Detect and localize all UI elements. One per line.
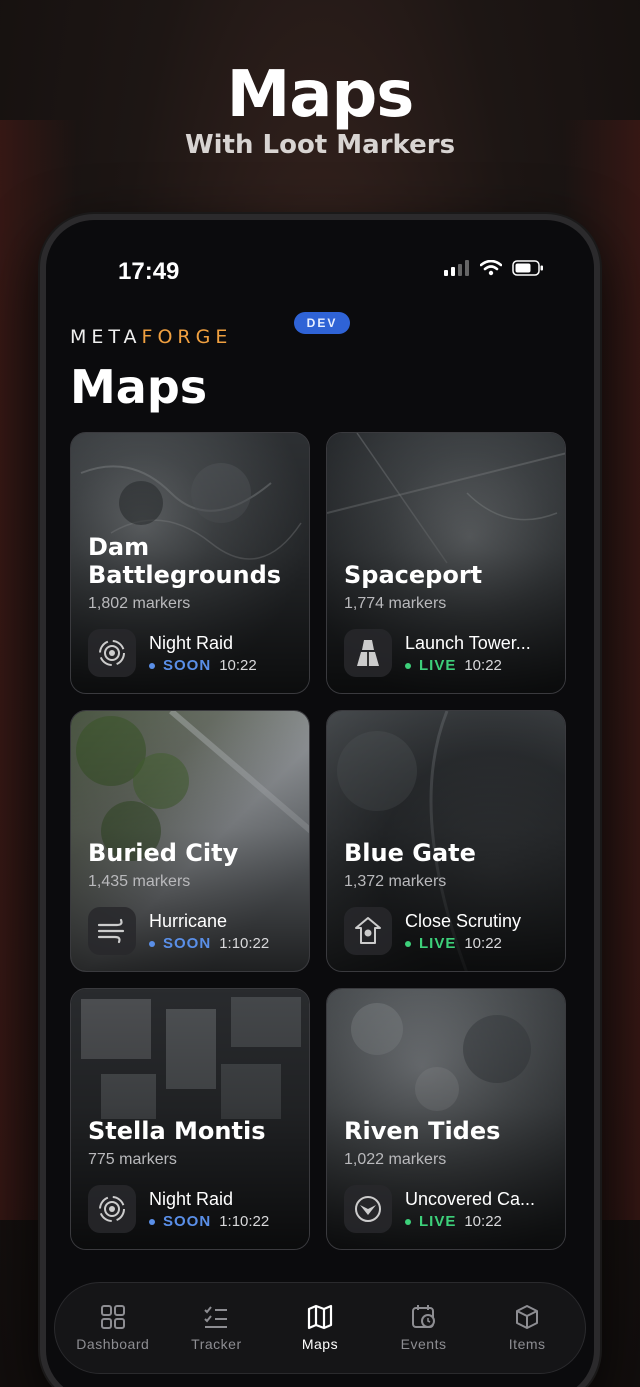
map-card-blue-gate[interactable]: Blue Gate 1,372 markers Close Scrutiny L…: [326, 710, 566, 972]
status-label: LIVE: [419, 657, 457, 674]
map-name: Spaceport: [344, 561, 483, 589]
cellular-icon: [444, 260, 469, 276]
event-timer: 1:10:22: [219, 1213, 270, 1230]
map-name: Stella Montis: [88, 1117, 266, 1145]
event-timer: 10:22: [464, 657, 502, 674]
dev-badge: DEV: [294, 312, 350, 334]
status-dot: [405, 1218, 411, 1225]
event-timer: 10:22: [219, 657, 257, 674]
marker-count: 1,022 markers: [344, 1151, 447, 1168]
status-icons: [444, 260, 544, 276]
event-status: SOON 10:22: [149, 657, 257, 674]
tab-items[interactable]: Items: [477, 1304, 577, 1352]
event-status: LIVE 10:22: [405, 1213, 502, 1230]
map-name: Buried City: [88, 839, 239, 867]
event-name: Uncovered Ca...: [405, 1189, 536, 1209]
marker-count: 775 markers: [88, 1151, 177, 1168]
tab-tracker[interactable]: Tracker: [166, 1304, 266, 1352]
map-card-riven-tides[interactable]: Riven Tides 1,022 markers Uncovered Ca..…: [326, 988, 566, 1250]
tracker-icon: [204, 1306, 228, 1328]
calendar-icon: [411, 1305, 435, 1328]
brand-prefix: META: [70, 326, 142, 348]
map-card-spaceport[interactable]: Spaceport 1,774 markers Launch Tower... …: [326, 432, 566, 694]
event-timer: 1:10:22: [219, 935, 270, 952]
phone-frame: 17:49 DEV METAFORGE Maps Dam Battlegroun…: [40, 214, 600, 1387]
event-status: LIVE 10:22: [405, 935, 502, 952]
status-label: SOON: [163, 935, 212, 952]
event-timer: 10:22: [464, 1213, 502, 1230]
status-label: LIVE: [419, 935, 457, 952]
marker-count: 1,372 markers: [344, 873, 447, 890]
status-dot: [405, 940, 411, 947]
tab-label: Items: [508, 1336, 546, 1352]
tab-label: Dashboard: [76, 1336, 150, 1352]
promo-subtitle: With Loot Markers: [184, 130, 456, 160]
bottom-tab-bar: Dashboard Tracker Maps Events Items: [54, 1282, 586, 1374]
map-name: Dam Battlegrounds: [88, 533, 282, 589]
dashboard-icon: [100, 1305, 125, 1329]
status-dot: [149, 940, 155, 947]
map-card-dam-battlegrounds[interactable]: Dam Battlegrounds 1,802 markers Night Ra…: [70, 432, 310, 694]
tab-label: Tracker: [191, 1336, 242, 1352]
tab-dashboard[interactable]: Dashboard: [63, 1304, 163, 1352]
status-label: SOON: [163, 657, 212, 674]
promo-title: Maps: [226, 58, 415, 132]
marker-count: 1,435 markers: [88, 873, 191, 890]
map-card-stella-montis[interactable]: Stella Montis 775 markers Night Raid SOO…: [70, 988, 310, 1250]
launch-tower-icon: [344, 629, 392, 677]
page-title: Maps: [70, 360, 208, 414]
map-icon: [307, 1304, 333, 1330]
tab-label: Events: [400, 1336, 447, 1352]
event-name: Close Scrutiny: [405, 911, 522, 931]
wifi-icon: [480, 260, 502, 276]
event-status: SOON 1:10:22: [149, 1213, 269, 1230]
brand-logo: METAFORGE: [70, 326, 232, 348]
close-scrutiny-icon: [344, 907, 392, 955]
night-raid-icon: [88, 1185, 136, 1233]
uncovered-caches-icon: [344, 1185, 392, 1233]
tab-maps[interactable]: Maps: [270, 1304, 370, 1352]
event-name: Launch Tower...: [405, 633, 531, 653]
status-time: 17:49: [118, 258, 180, 285]
box-icon: [516, 1305, 539, 1329]
status-dot: [149, 1218, 155, 1225]
brand-suffix: FORGE: [141, 326, 233, 348]
event-timer: 10:22: [464, 935, 502, 952]
event-name: Night Raid: [149, 1189, 234, 1209]
marker-count: 1,802 markers: [88, 595, 191, 612]
status-label: SOON: [163, 1213, 212, 1230]
event-status: LIVE 10:22: [405, 657, 502, 674]
status-dot: [149, 662, 155, 669]
night-raid-icon: [88, 629, 136, 677]
event-name: Hurricane: [149, 911, 228, 931]
event-status: SOON 1:10:22: [149, 935, 269, 952]
tab-label: Maps: [301, 1336, 339, 1352]
marker-count: 1,774 markers: [344, 595, 447, 612]
map-name: Riven Tides: [344, 1117, 501, 1145]
event-name: Night Raid: [149, 633, 234, 653]
battery-icon: [512, 260, 543, 276]
status-label: LIVE: [419, 1213, 457, 1230]
hurricane-icon: [88, 907, 136, 955]
status-dot: [405, 662, 411, 669]
map-card-buried-city[interactable]: Buried City 1,435 markers Hurricane SOON…: [70, 710, 310, 972]
map-name: Blue Gate: [344, 839, 476, 867]
tab-events[interactable]: Events: [374, 1304, 474, 1352]
